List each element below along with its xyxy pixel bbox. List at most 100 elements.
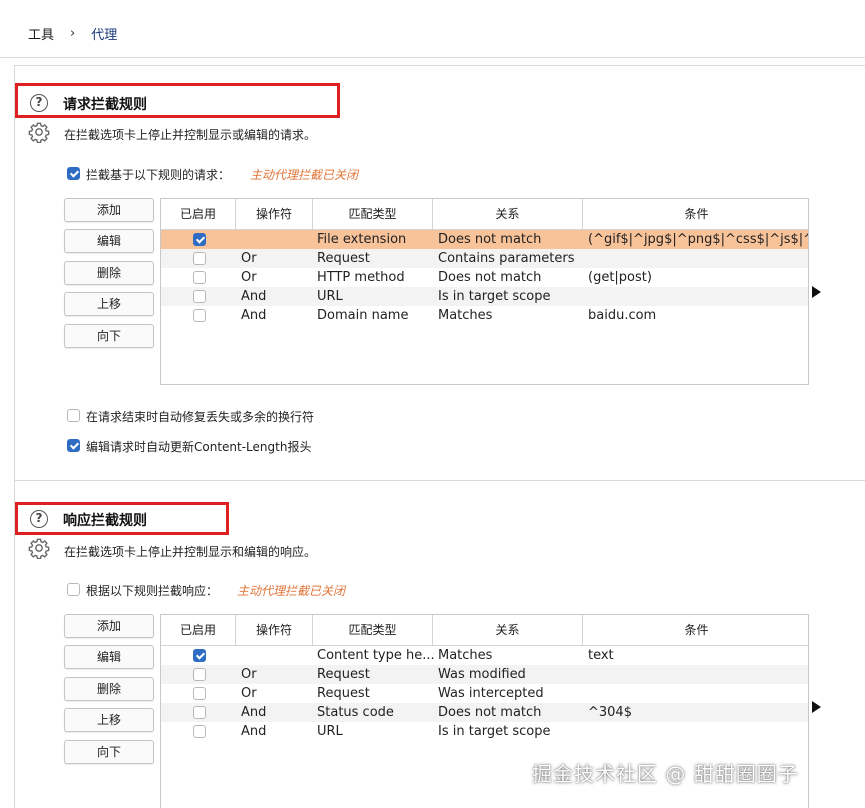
request-intercept-checkbox[interactable] <box>67 167 80 180</box>
column-header-condition[interactable]: 条件 <box>583 199 808 229</box>
column-header-match-type[interactable]: 匹配类型 <box>313 199 433 229</box>
section-divider <box>14 480 865 481</box>
request-rules-table: 已启用 操作符 匹配类型 关系 条件 File extension Does n… <box>160 198 809 385</box>
auto-content-length-checkbox[interactable] <box>67 439 80 452</box>
column-header-relationship[interactable]: 关系 <box>433 615 583 645</box>
row-operator: Or <box>241 667 257 682</box>
response-edit-button[interactable]: 编辑 <box>64 645 154 669</box>
response-move-up-button[interactable]: 上移 <box>64 708 154 732</box>
row-enabled-checkbox[interactable] <box>193 649 206 662</box>
column-header-enabled[interactable]: 已启用 <box>161 199 236 229</box>
request-intercept-label: 拦截基于以下规则的请求： <box>86 168 231 182</box>
response-move-down-button[interactable]: 向下 <box>64 740 154 764</box>
request-move-down-button[interactable]: 向下 <box>64 324 154 348</box>
row-relationship: Does not match <box>438 705 542 720</box>
table-row[interactable]: Or Request Contains parameters <box>161 249 808 268</box>
table-row[interactable]: Content type he... Matches text <box>161 646 808 665</box>
chevron-right-icon: › <box>70 25 76 41</box>
row-enabled-checkbox[interactable] <box>193 687 206 700</box>
row-enabled-checkbox[interactable] <box>193 725 206 738</box>
table-row[interactable]: Or Request Was modified <box>161 665 808 684</box>
breadcrumb: 工具 › 代理 <box>28 24 117 43</box>
row-relationship: Was intercepted <box>438 686 544 701</box>
row-operator: And <box>241 724 267 739</box>
table-row[interactable]: File extension Does not match (^gif$|^jp… <box>161 230 808 249</box>
table-row[interactable]: And URL Is in target scope <box>161 722 808 741</box>
breadcrumb-parent[interactable]: 工具 <box>28 24 54 43</box>
row-condition: (^gif$|^jpg$|^png$|^css$|^js$|^... <box>588 232 808 247</box>
breadcrumb-current[interactable]: 代理 <box>91 24 117 43</box>
response-section-title: 响应拦截规则 <box>63 513 147 529</box>
row-match-type: File extension <box>317 232 407 247</box>
request-description: 在拦截选项卡上停止并控制显示或编辑的请求。 <box>64 128 317 142</box>
response-intercept-checkbox[interactable] <box>67 583 80 596</box>
table-row[interactable]: And URL Is in target scope <box>161 287 808 306</box>
request-section-title: 请求拦截规则 <box>63 97 147 113</box>
request-remove-button[interactable]: 删除 <box>64 261 154 285</box>
gear-icon[interactable] <box>28 537 50 559</box>
row-operator: And <box>241 289 267 304</box>
row-relationship: Contains parameters <box>438 251 575 266</box>
row-operator: And <box>241 705 267 720</box>
row-enabled-checkbox[interactable] <box>193 309 206 322</box>
table-row[interactable]: And Domain name Matches baidu.com <box>161 306 808 325</box>
row-enabled-checkbox[interactable] <box>193 271 206 284</box>
row-enabled-checkbox[interactable] <box>193 668 206 681</box>
response-description: 在拦截选项卡上停止并控制显示和编辑的响应。 <box>64 545 317 559</box>
row-relationship: Does not match <box>438 232 542 247</box>
request-move-up-button[interactable]: 上移 <box>64 292 154 316</box>
table-row[interactable]: Or Request Was intercepted <box>161 684 808 703</box>
column-header-condition[interactable]: 条件 <box>583 615 808 645</box>
arrow-right-icon[interactable] <box>812 286 821 298</box>
column-header-operator[interactable]: 操作符 <box>236 199 313 229</box>
column-header-match-type[interactable]: 匹配类型 <box>313 615 433 645</box>
auto-fix-newlines-checkbox[interactable] <box>67 409 80 422</box>
row-enabled-checkbox[interactable] <box>193 706 206 719</box>
row-enabled-checkbox[interactable] <box>193 290 206 303</box>
row-condition: text <box>588 648 614 663</box>
row-enabled-checkbox[interactable] <box>193 252 206 265</box>
table-row[interactable]: And Status code Does not match ^304$ <box>161 703 808 722</box>
help-icon[interactable]: ? <box>30 94 48 112</box>
row-condition: ^304$ <box>588 705 632 720</box>
row-match-type: Status code <box>317 705 394 720</box>
row-operator: And <box>241 308 267 323</box>
header-divider <box>0 57 865 58</box>
row-relationship: Is in target scope <box>438 289 551 304</box>
row-relationship: Was modified <box>438 667 526 682</box>
column-header-relationship[interactable]: 关系 <box>433 199 583 229</box>
gear-icon[interactable] <box>28 121 50 143</box>
response-remove-button[interactable]: 删除 <box>64 677 154 701</box>
row-match-type: Domain name <box>317 308 409 323</box>
row-match-type: Request <box>317 667 370 682</box>
row-enabled-checkbox[interactable] <box>193 233 206 246</box>
table-row[interactable]: Or HTTP method Does not match (get|post) <box>161 268 808 287</box>
row-relationship: Is in target scope <box>438 724 551 739</box>
row-match-type: HTTP method <box>317 270 405 285</box>
row-operator: Or <box>241 251 257 266</box>
auto-fix-newlines-label: 在请求结束时自动修复丢失或多余的换行符 <box>86 410 315 424</box>
arrow-right-icon[interactable] <box>812 701 821 713</box>
row-relationship: Matches <box>438 648 493 663</box>
row-relationship: Matches <box>438 308 493 323</box>
column-header-operator[interactable]: 操作符 <box>236 615 313 645</box>
response-intercept-label: 根据以下规则拦截响应： <box>86 584 219 598</box>
watermark: 掘金技术社区 @ 甜甜圈圈子 <box>532 762 799 786</box>
request-status-hint: 主动代理拦截已关闭 <box>250 168 359 182</box>
table-header: 已启用 操作符 匹配类型 关系 条件 <box>161 615 808 646</box>
column-header-enabled[interactable]: 已启用 <box>161 615 236 645</box>
row-match-type: Request <box>317 251 370 266</box>
section-top-divider <box>14 65 865 66</box>
help-icon[interactable]: ? <box>30 510 48 528</box>
response-add-button[interactable]: 添加 <box>64 614 154 638</box>
row-condition: (get|post) <box>588 270 652 285</box>
row-match-type: Content type he... <box>317 648 435 663</box>
row-operator: Or <box>241 686 257 701</box>
row-match-type: Request <box>317 686 370 701</box>
request-edit-button[interactable]: 编辑 <box>64 229 154 253</box>
auto-content-length-label: 编辑请求时自动更新Content-Length报头 <box>86 440 312 454</box>
response-status-hint: 主动代理拦截已关闭 <box>237 584 346 598</box>
row-operator: Or <box>241 270 257 285</box>
row-match-type: URL <box>317 289 343 304</box>
request-add-button[interactable]: 添加 <box>64 198 154 222</box>
